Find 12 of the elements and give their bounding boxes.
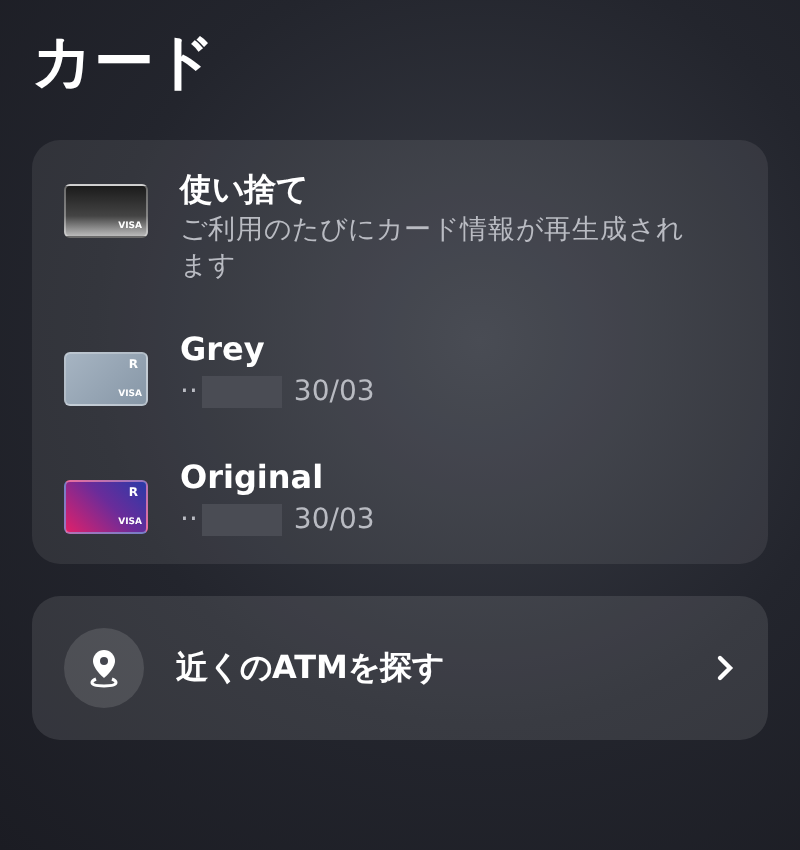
masked-dots: ·· [180,502,198,540]
card-name: Grey [180,328,267,372]
page-title: カード [32,26,218,102]
location-pin-icon [64,628,144,708]
masked-dots: ·· [180,374,198,412]
find-atm-button[interactable]: 近くのATMを探す [32,596,768,740]
card-expiry: 30/03 [293,502,375,540]
card-description: ご利用のたびにカード情報が再生成されます [180,212,686,284]
chevron-right-icon [716,654,736,682]
card-expiry: 30/03 [293,374,375,412]
card-name: Original [180,456,326,500]
card-name: 使い捨て [180,168,310,212]
